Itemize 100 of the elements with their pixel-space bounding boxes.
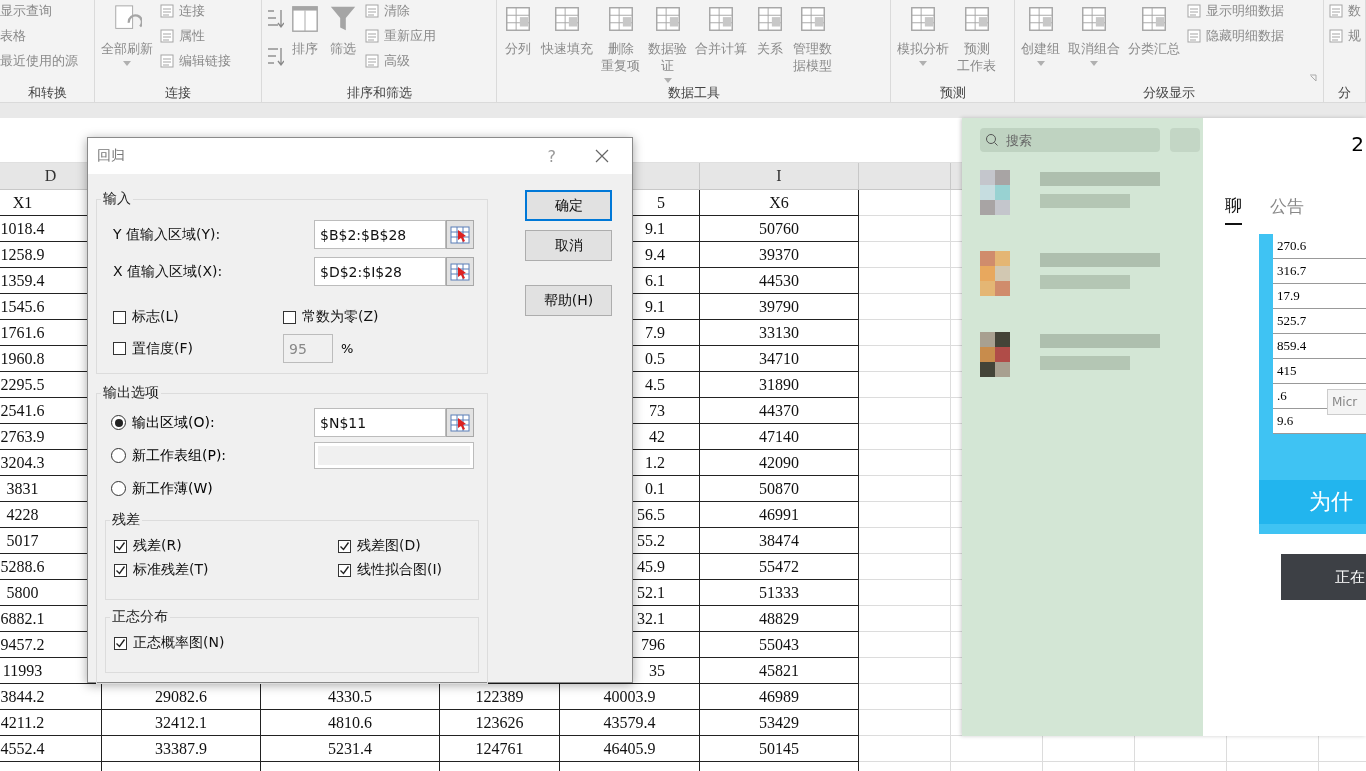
table-cell: 316.7 bbox=[1273, 259, 1366, 284]
ribbon-button[interactable]: 清除 bbox=[364, 2, 436, 20]
table-cell: 50145 bbox=[700, 736, 859, 762]
dialog-button[interactable]: 确定 bbox=[525, 190, 612, 221]
ribbon-button[interactable]: 分类汇总 bbox=[1126, 0, 1182, 84]
ribbon-button[interactable]: 显示查询 bbox=[0, 2, 78, 20]
radio-label: 新工作薄(W) bbox=[132, 479, 213, 498]
table-cell: 39790 bbox=[700, 294, 859, 320]
table-cell: 48829 bbox=[700, 606, 859, 632]
table-cell: 47140 bbox=[700, 424, 859, 450]
table-cell: 525.7 bbox=[1273, 309, 1366, 334]
ribbon-button[interactable]: 属性 bbox=[159, 27, 231, 45]
table-cell: 46991 bbox=[700, 502, 859, 528]
column-header[interactable]: I bbox=[700, 163, 859, 189]
group-label: 分 bbox=[1337, 84, 1352, 102]
checkbox-label: 残差(R) bbox=[133, 537, 182, 555]
ribbon-button[interactable]: 创建组 bbox=[1019, 0, 1062, 84]
ribbon-button[interactable]: 删除 重复项 bbox=[599, 0, 642, 84]
group-label: 排序和筛选 bbox=[345, 84, 413, 102]
group-label: 预测 bbox=[938, 84, 967, 102]
ribbon-button[interactable]: 模拟分析 bbox=[895, 0, 951, 84]
table-cell: 124761 bbox=[440, 736, 560, 762]
table-cell: 53429 bbox=[700, 710, 859, 736]
popup-text: Micr bbox=[1327, 389, 1366, 415]
group-label: 连接 bbox=[164, 84, 192, 102]
table-cell: 415 bbox=[1273, 359, 1366, 384]
group-label: 输入 bbox=[102, 190, 132, 208]
banner-text: 为什 bbox=[1259, 480, 1366, 524]
table-cell: 859.4 bbox=[1273, 334, 1366, 359]
table-cell: 4211.2 bbox=[0, 710, 102, 736]
search-field[interactable]: 搜索 bbox=[980, 128, 1160, 152]
ribbon-button[interactable]: 预测 工作表 bbox=[955, 0, 998, 84]
table-cell: 4552.4 bbox=[0, 736, 102, 762]
field-label: Y 值输入区域(Y): bbox=[112, 225, 222, 244]
table-cell: 4330.5 bbox=[261, 684, 440, 710]
chat-tab[interactable]: 聊 bbox=[1225, 194, 1242, 225]
percent-label: % bbox=[341, 341, 354, 356]
ribbon-button[interactable]: 关系 bbox=[753, 0, 787, 84]
ribbon-button[interactable]: 全部刷新 bbox=[99, 0, 155, 84]
table-cell: 45821 bbox=[700, 658, 859, 684]
table-cell: 270.6 bbox=[1273, 234, 1366, 259]
table-cell: 5231.4 bbox=[261, 736, 440, 762]
table-cell: 39370 bbox=[700, 242, 859, 268]
range-field[interactable]: $D$2:$I$28 bbox=[314, 257, 446, 286]
dialog-button[interactable]: 帮助(H) bbox=[525, 285, 612, 316]
table-cell: 33387.9 bbox=[102, 736, 261, 762]
ribbon-button[interactable]: 取消组合 bbox=[1066, 0, 1122, 84]
table-cell: 44370 bbox=[700, 398, 859, 424]
ribbon-button[interactable]: 分列 bbox=[501, 0, 535, 84]
ribbon-button[interactable]: 快速填充 bbox=[539, 0, 595, 84]
checkbox-label: 置信度(F) bbox=[132, 339, 193, 358]
checkbox-label: 残差图(D) bbox=[357, 537, 421, 555]
help-button[interactable]: ? bbox=[547, 146, 556, 166]
checkbox-label: 线性拟合图(I) bbox=[357, 561, 443, 579]
ribbon-button[interactable]: 数 bbox=[1328, 2, 1361, 20]
ribbon-button[interactable]: 隐藏明细数据 bbox=[1186, 27, 1284, 45]
dialog-button[interactable]: 取消 bbox=[525, 230, 612, 261]
corner-text: 2 bbox=[1351, 132, 1364, 156]
range-field[interactable]: $N$11 bbox=[314, 408, 446, 437]
ribbon-button[interactable]: 编辑链接 bbox=[159, 52, 231, 70]
table-cell: 38474 bbox=[700, 528, 859, 554]
radio-label: 新工作表组(P): bbox=[132, 446, 227, 465]
group-label: 数据工具 bbox=[666, 84, 721, 102]
range-field[interactable]: $B$2:$B$28 bbox=[314, 220, 446, 249]
table-cell: 3844.2 bbox=[0, 684, 102, 710]
ribbon-button[interactable]: 表格 bbox=[0, 27, 78, 45]
table-cell: 34710 bbox=[700, 346, 859, 372]
table-cell: 32412.1 bbox=[102, 710, 261, 736]
ribbon-button[interactable]: 数据验 证 bbox=[646, 0, 689, 84]
group-label: 残差 bbox=[111, 511, 141, 529]
ribbon-button[interactable]: 筛选 bbox=[326, 0, 360, 84]
ribbon-button[interactable]: 管理数 据模型 bbox=[791, 0, 834, 84]
group-label: 和转换 bbox=[26, 84, 68, 102]
chat-tab[interactable]: 公告 bbox=[1270, 194, 1304, 225]
table-cell: 50760 bbox=[700, 216, 859, 242]
group-label: 分级显示 bbox=[1142, 84, 1196, 102]
table-cell: 40003.9 bbox=[560, 684, 700, 710]
table-cell: 4810.6 bbox=[261, 710, 440, 736]
table-cell: 44530 bbox=[700, 268, 859, 294]
table-cell: 46989 bbox=[700, 684, 859, 710]
ribbon-button[interactable]: 高级 bbox=[364, 52, 436, 70]
ribbon-button[interactable]: 连接 bbox=[159, 2, 231, 20]
group-label: 正态分布 bbox=[111, 608, 169, 626]
ribbon-button[interactable]: 最近使用的源 bbox=[0, 52, 78, 70]
checkbox-label: 标准残差(T) bbox=[133, 561, 209, 579]
ribbon-button[interactable]: 显示明细数据 bbox=[1186, 2, 1284, 20]
table-cell: 46405.9 bbox=[560, 736, 700, 762]
table-cell: 122389 bbox=[440, 684, 560, 710]
ribbon-button[interactable]: 规 bbox=[1328, 27, 1361, 45]
table-cell: 17.9 bbox=[1273, 284, 1366, 309]
radio-label: 输出区域(O): bbox=[132, 413, 215, 432]
table-cell: 29082.6 bbox=[102, 684, 261, 710]
table-cell: 42090 bbox=[700, 450, 859, 476]
ribbon-button[interactable]: 合并计算 bbox=[693, 0, 749, 84]
checkbox-label: 正态概率图(N) bbox=[133, 634, 225, 652]
ribbon-button[interactable]: 重新应用 bbox=[364, 27, 436, 45]
table-cell: 50870 bbox=[700, 476, 859, 502]
table-cell: 31890 bbox=[700, 372, 859, 398]
ribbon-button[interactable]: 排序 bbox=[288, 0, 322, 84]
table-cell: 43579.4 bbox=[560, 710, 700, 736]
